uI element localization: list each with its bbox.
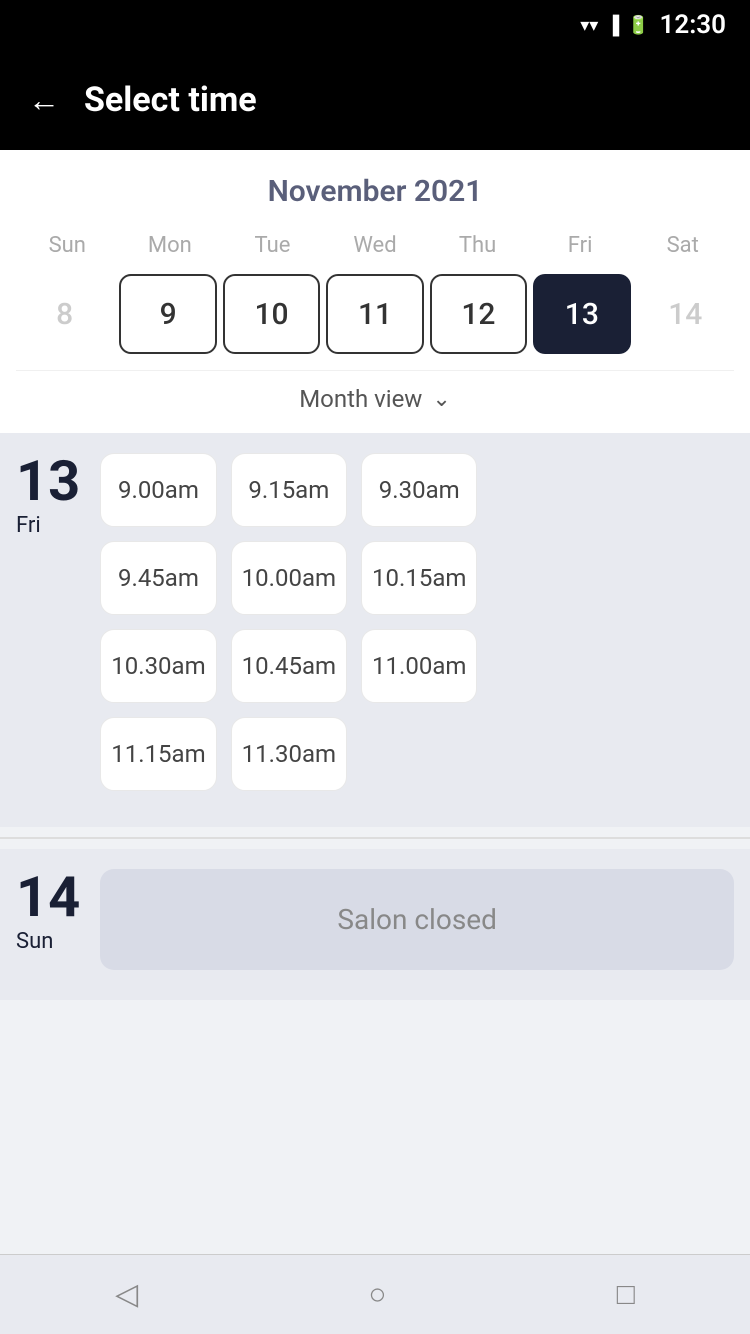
time-slot-900[interactable]: 9.00am	[100, 453, 216, 527]
time-slot-1030[interactable]: 10.30am	[100, 629, 216, 703]
time-slot-1115[interactable]: 11.15am	[100, 717, 216, 791]
month-view-toggle[interactable]: Month view ⌄	[16, 370, 734, 433]
calendar-section: November 2021 Sun Mon Tue Wed Thu Fri Sa…	[0, 150, 750, 433]
battery-icon: 🔋	[627, 15, 649, 36]
closed-inner: 14 Sun Salon closed	[16, 869, 734, 970]
time-slot-915[interactable]: 9.15am	[231, 453, 347, 527]
day-header-14: 14 Sun	[16, 869, 80, 954]
nav-back-button[interactable]: ◁	[115, 1277, 138, 1312]
wifi-icon: ▾▾	[580, 15, 598, 36]
nav-home-button[interactable]: ○	[368, 1277, 386, 1312]
back-button[interactable]: ←	[28, 81, 60, 119]
time-slot-1045[interactable]: 10.45am	[231, 629, 347, 703]
closed-section-14: 14 Sun Salon closed	[0, 849, 750, 1000]
day-header-13: 13 Fri 9.00am 9.15am 9.30am 9.45am 10.00…	[16, 453, 734, 791]
time-slots-grid: 9.00am 9.15am 9.30am 9.45am 10.00am 10.1…	[100, 453, 477, 791]
weekdays-row: Sun Mon Tue Wed Thu Fri Sat	[16, 229, 734, 262]
app-header: ← Select time	[0, 50, 750, 150]
weekday-mon: Mon	[119, 229, 222, 262]
time-slot-1015[interactable]: 10.15am	[361, 541, 477, 615]
page-title: Select time	[84, 80, 257, 120]
time-slot-1130[interactable]: 11.30am	[231, 717, 347, 791]
section-divider	[0, 837, 750, 839]
weekday-thu: Thu	[426, 229, 529, 262]
date-9[interactable]: 9	[119, 274, 216, 354]
time-slot-945[interactable]: 9.45am	[100, 541, 216, 615]
date-13[interactable]: 13	[533, 274, 630, 354]
status-time: 12:30	[660, 10, 727, 40]
date-12[interactable]: 12	[430, 274, 527, 354]
date-14[interactable]: 14	[637, 274, 734, 354]
weekday-fri: Fri	[529, 229, 632, 262]
chevron-down-icon: ⌄	[432, 387, 450, 412]
weekday-tue: Tue	[221, 229, 324, 262]
dates-row: 8 9 10 11 12 13 14	[16, 274, 734, 354]
month-view-label: Month view	[299, 385, 422, 413]
time-slot-930[interactable]: 9.30am	[361, 453, 477, 527]
time-slot-1000[interactable]: 10.00am	[231, 541, 347, 615]
weekday-sat: Sat	[631, 229, 734, 262]
signal-icon: ▐	[606, 15, 619, 36]
date-8[interactable]: 8	[16, 274, 113, 354]
status-bar: ▾▾ ▐ 🔋 12:30	[0, 0, 750, 50]
status-icons: ▾▾ ▐ 🔋	[580, 15, 649, 36]
day-number-13: 13 Fri	[16, 453, 80, 538]
time-slot-1100[interactable]: 11.00am	[361, 629, 477, 703]
bottom-nav: ◁ ○ □	[0, 1254, 750, 1334]
weekday-wed: Wed	[324, 229, 427, 262]
time-section-13: 13 Fri 9.00am 9.15am 9.30am 9.45am 10.00…	[0, 433, 750, 827]
weekday-sun: Sun	[16, 229, 119, 262]
date-11[interactable]: 11	[326, 274, 423, 354]
month-year-label: November 2021	[16, 174, 734, 209]
salon-closed-message: Salon closed	[100, 869, 734, 970]
nav-recent-button[interactable]: □	[617, 1277, 635, 1312]
date-10[interactable]: 10	[223, 274, 320, 354]
